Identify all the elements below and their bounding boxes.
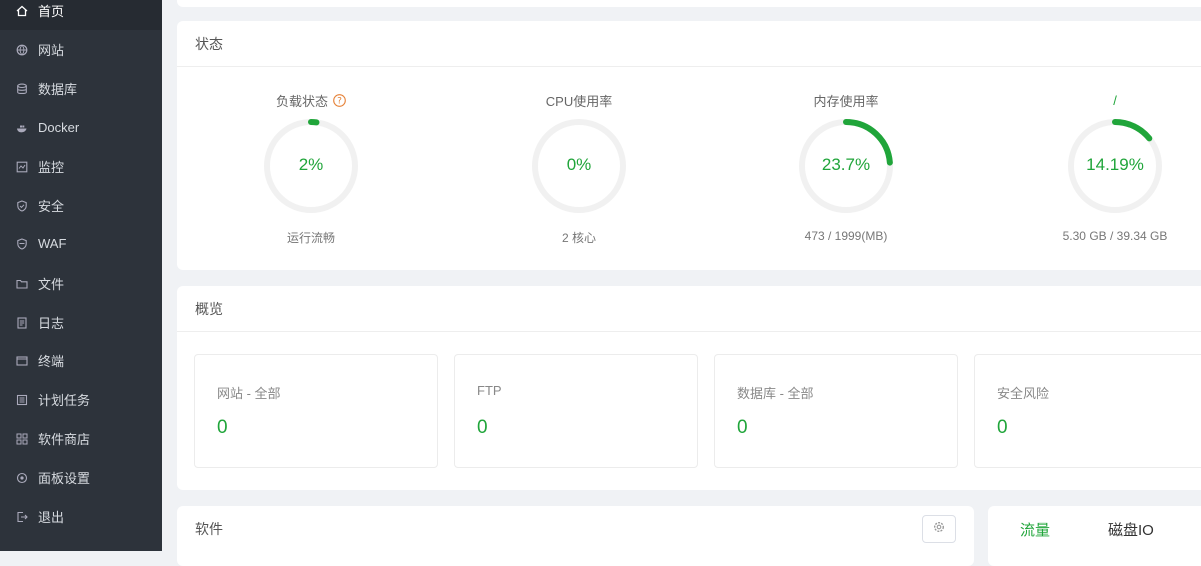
status-card-title: 状态 xyxy=(177,21,1201,67)
gauge-value: 14.19% xyxy=(1086,155,1144,174)
gear-icon xyxy=(933,520,945,538)
sidebar-item-label: 数据库 xyxy=(38,82,78,97)
overview-title: 网站 - 全部 xyxy=(217,386,281,401)
terminal-icon xyxy=(16,355,28,367)
logout-icon xyxy=(16,511,28,523)
sidebar-item-home[interactable]: 首页 xyxy=(0,0,162,30)
sidebar-item-label: 监控 xyxy=(38,160,65,175)
sidebar-item-label: WAF xyxy=(38,236,67,251)
database-icon xyxy=(16,83,28,95)
status-card: 状态 负载状态 ? 2% 运行流畅 CPU使用率 0% 2 核心 内存使用率 2… xyxy=(177,21,1201,270)
sidebar-item-label: 面板设置 xyxy=(38,471,91,486)
gauge-label: 内存使用率 xyxy=(813,93,879,109)
memory-gauge[interactable]: 内存使用率 23.7% 473 / 1999(MB) xyxy=(746,91,946,243)
overview-value[interactable]: 0 xyxy=(997,417,1008,439)
gauge-label: CPU使用率 xyxy=(545,93,613,109)
gauge-label: 负载状态 xyxy=(275,93,328,109)
sidebar-item-logout[interactable]: 退出 xyxy=(0,497,162,536)
gauge-value: 23.7% xyxy=(821,155,871,174)
software-card-title: 软件 xyxy=(195,521,223,537)
log-icon xyxy=(16,316,28,329)
sidebar-item-label: 计划任务 xyxy=(38,393,91,408)
sidebar-item-label: 首页 xyxy=(38,4,65,19)
software-card: 软件 xyxy=(177,506,974,566)
settings-icon xyxy=(16,472,28,484)
gauge-ring: 23.7% xyxy=(797,117,895,215)
sidebar-item-database[interactable]: 数据库 xyxy=(0,69,162,108)
sidebar: 首页 网站 数据库 Docker 监控 安全 WAF 文件 日志 终端 计划任务… xyxy=(0,0,162,551)
overview-title: 数据库 - 全部 xyxy=(737,386,814,401)
waf-shield-icon xyxy=(16,237,28,250)
overview-value[interactable]: 0 xyxy=(737,417,748,439)
monitor-icon xyxy=(16,161,28,173)
cpu-gauge[interactable]: CPU使用率 0% 2 核心 xyxy=(479,91,679,246)
sidebar-item-label: 软件商店 xyxy=(38,432,91,447)
traffic-card: 流量 磁盘IO xyxy=(988,506,1201,566)
store-icon xyxy=(16,433,28,445)
sidebar-item-terminal[interactable]: 终端 xyxy=(0,341,162,380)
top-card xyxy=(177,0,1201,7)
gauge-sub: 2 核心 xyxy=(561,231,596,245)
software-settings-button[interactable] xyxy=(922,515,956,543)
svg-text:?: ? xyxy=(337,96,342,106)
sidebar-item-label: 安全 xyxy=(38,199,65,214)
sidebar-item-label: Docker xyxy=(38,120,80,135)
sidebar-item-label: 文件 xyxy=(38,277,65,292)
docker-icon xyxy=(16,122,28,134)
tab-traffic[interactable]: 流量 xyxy=(1020,506,1050,552)
sidebar-item-docker[interactable]: Docker xyxy=(0,108,162,147)
gauge-value: 0% xyxy=(566,155,592,174)
gauge-ring: 0% xyxy=(530,117,628,215)
overview-value[interactable]: 0 xyxy=(477,417,488,439)
task-icon xyxy=(16,394,28,406)
tab-disk-io[interactable]: 磁盘IO xyxy=(1108,506,1154,552)
overview-title: 安全风险 xyxy=(997,386,1050,401)
gauge-sub: 5.30 GB / 39.34 GB xyxy=(1062,229,1168,243)
gauge-ring: 14.19% xyxy=(1066,117,1164,215)
gauge-ring: 2% xyxy=(262,117,360,215)
load-gauge[interactable]: 负载状态 ? 2% 运行流畅 xyxy=(211,91,411,246)
home-icon xyxy=(16,5,28,17)
sidebar-item-label: 网站 xyxy=(38,43,65,58)
sidebar-item-cron[interactable]: 计划任务 xyxy=(0,380,162,419)
sidebar-item-website[interactable]: 网站 xyxy=(0,30,162,69)
gauge-sub: 473 / 1999(MB) xyxy=(804,229,888,243)
sidebar-item-panel-settings[interactable]: 面板设置 xyxy=(0,458,162,497)
sidebar-item-files[interactable]: 文件 xyxy=(0,264,162,303)
sidebar-item-security[interactable]: 安全 xyxy=(0,186,162,225)
sidebar-item-logs[interactable]: 日志 xyxy=(0,303,162,342)
overview-website[interactable]: 网站 - 全部 0 xyxy=(194,354,438,468)
sidebar-item-store[interactable]: 软件商店 xyxy=(0,419,162,458)
sidebar-item-label: 日志 xyxy=(38,316,65,331)
overview-security-risk[interactable]: 安全风险 0 xyxy=(974,354,1201,468)
folder-icon xyxy=(16,278,28,290)
sidebar-item-waf[interactable]: WAF xyxy=(0,224,162,263)
gauge-label: / xyxy=(1113,92,1117,108)
overview-database[interactable]: 数据库 - 全部 0 xyxy=(714,354,958,468)
gauge-sub: 运行流畅 xyxy=(286,231,335,245)
shield-icon xyxy=(16,199,28,212)
overview-value[interactable]: 0 xyxy=(217,417,228,439)
disk-gauge[interactable]: / 14.19% 5.30 GB / 39.34 GB xyxy=(1015,91,1201,244)
gauge-value: 2% xyxy=(298,155,324,174)
sidebar-item-label: 终端 xyxy=(38,354,65,369)
overview-ftp[interactable]: FTP 0 xyxy=(454,354,698,468)
sidebar-item-label: 退出 xyxy=(38,510,65,525)
sidebar-item-monitor[interactable]: 监控 xyxy=(0,147,162,186)
overview-title: FTP xyxy=(477,383,502,398)
globe-icon xyxy=(16,44,28,56)
help-icon[interactable]: ? xyxy=(333,93,346,107)
overview-card-title: 概览 xyxy=(177,286,1201,332)
